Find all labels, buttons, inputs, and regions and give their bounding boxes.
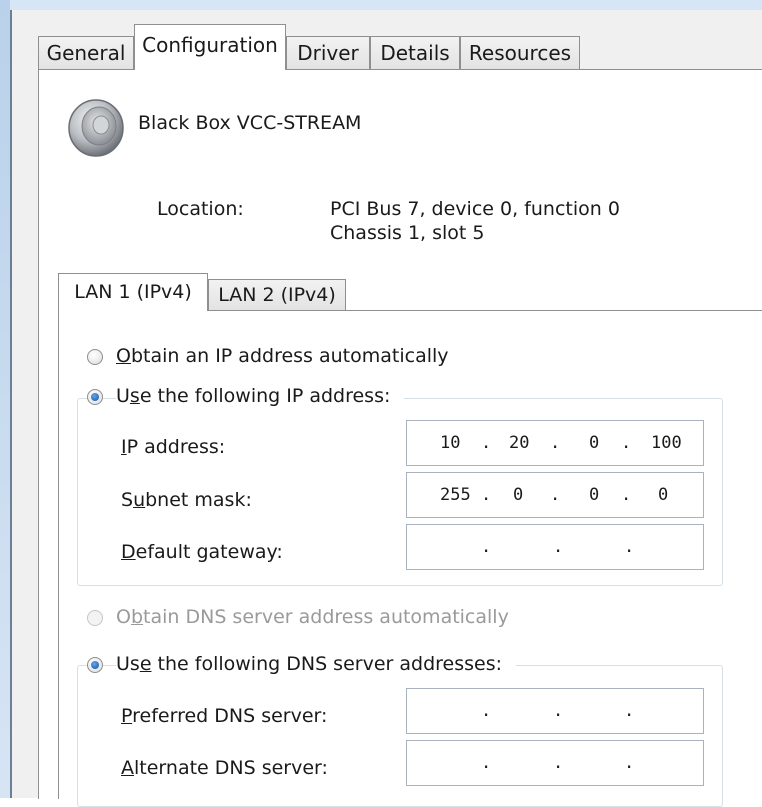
- preferred-dns-label: Preferred DNS server:: [121, 705, 328, 727]
- window-frame-top: [0, 0, 762, 10]
- subnet-mask-label: Subnet mask:: [121, 489, 252, 511]
- obtain-dns-auto-label: Obtain DNS server address automatically: [116, 606, 509, 628]
- default-gateway-label: Default gateway:: [121, 541, 283, 563]
- tab-configuration[interactable]: Configuration: [134, 24, 286, 70]
- speaker-icon: [66, 96, 130, 158]
- use-ip-manual-radio[interactable]: [87, 389, 103, 405]
- obtain-ip-auto-label[interactable]: Obtain an IP address automatically: [116, 345, 449, 367]
- ip-address-field[interactable]: 10. 20. 0. 100: [406, 420, 704, 466]
- use-dns-manual-label[interactable]: Use the following DNS server addresses:: [116, 653, 516, 675]
- ip-address-label: IP address:: [121, 436, 226, 458]
- location-label: Location:: [157, 198, 244, 220]
- alternate-dns-label: Alternate DNS server:: [121, 757, 328, 779]
- preferred-dns-field[interactable]: ...: [406, 688, 704, 734]
- tab-lan2[interactable]: LAN 2 (IPv4): [208, 279, 346, 310]
- tab-resources[interactable]: Resources: [460, 36, 580, 69]
- obtain-dns-auto-radio: [87, 610, 103, 626]
- subnet-mask-field[interactable]: 255. 0. 0. 0: [406, 472, 704, 518]
- obtain-ip-auto-radio[interactable]: [87, 349, 103, 365]
- tab-general[interactable]: General: [38, 36, 134, 69]
- tab-details[interactable]: Details: [370, 36, 460, 69]
- tab-lan1[interactable]: LAN 1 (IPv4): [58, 273, 208, 311]
- location-line-2: Chassis 1, slot 5: [330, 222, 485, 244]
- use-dns-manual-radio[interactable]: [87, 657, 103, 673]
- default-gateway-field[interactable]: ...: [406, 524, 704, 570]
- location-line-1: PCI Bus 7, device 0, function 0: [330, 198, 620, 220]
- device-name: Black Box VCC-STREAM: [138, 112, 362, 134]
- alternate-dns-field[interactable]: ...: [406, 740, 704, 786]
- tab-driver[interactable]: Driver: [286, 36, 370, 69]
- window-frame-left: [0, 0, 10, 798]
- use-ip-manual-label[interactable]: Use the following IP address:: [116, 385, 405, 407]
